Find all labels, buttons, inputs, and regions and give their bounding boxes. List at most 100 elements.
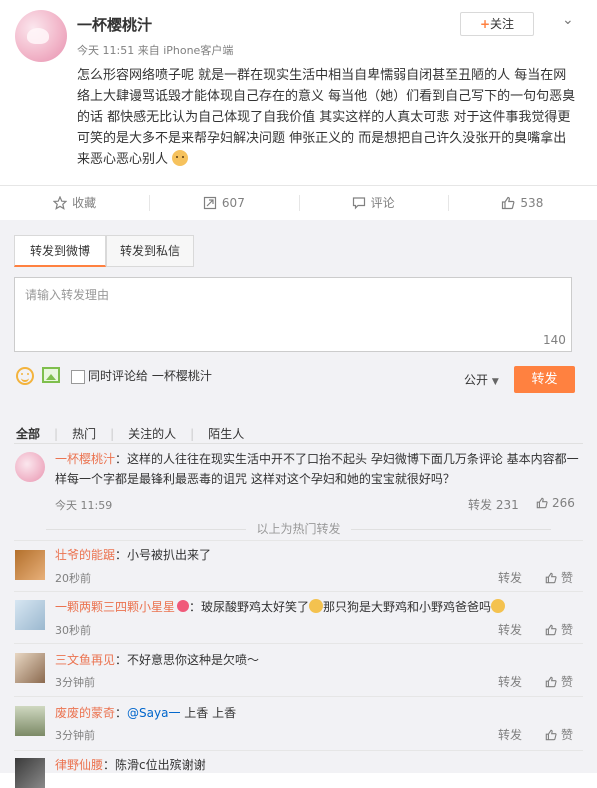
commenter-name[interactable]: 一颗两颗三四颗小星星 xyxy=(55,600,175,614)
repost-action[interactable]: 607 xyxy=(149,186,298,220)
commenter-avatar[interactable] xyxy=(15,706,45,736)
visibility-value: 公开 xyxy=(464,373,489,387)
repost-text: ：不好意思你这种是欠喷～ xyxy=(115,653,260,667)
favorite-label: 收藏 xyxy=(72,196,97,210)
hot-divider-label: 以上为热门转发 xyxy=(256,522,341,536)
thumb-up-icon xyxy=(502,196,515,210)
repost-action-link[interactable]: 转发 xyxy=(498,569,522,586)
comment-action[interactable]: 评论 xyxy=(298,186,448,220)
repost-text: 上香 上香 xyxy=(180,706,237,720)
repost-item: 废废的蒙奇：@Saya一 上香 上香 xyxy=(55,703,580,723)
commenter-name[interactable]: 壮爷的能踞 xyxy=(55,548,115,562)
repost-action-link[interactable]: 转发 231 xyxy=(468,496,519,513)
repost-reason-input[interactable]: 请输入转发理由 xyxy=(14,277,572,352)
follow-button[interactable]: +关注 xyxy=(460,12,534,36)
like-count: 266 xyxy=(552,496,575,510)
repost-item: 一颗两颗三四颗小星星 ：玻尿酸野鸡太好笑了 那只狗是大野鸡和小野鸡爸爸吗 xyxy=(55,597,580,617)
commenter-name[interactable]: 废废的蒙奇 xyxy=(55,706,115,720)
filter-divider: | xyxy=(190,427,195,441)
commenter-name[interactable]: 三文鱼再见 xyxy=(55,653,115,667)
filter-hot[interactable]: 热门 xyxy=(72,427,96,441)
author-avatar[interactable] xyxy=(15,10,67,62)
commenter-avatar[interactable] xyxy=(15,600,45,630)
row-separator xyxy=(14,540,583,541)
row-separator xyxy=(14,591,583,592)
post-action-bar: 收藏 607 评论 538 xyxy=(0,185,597,220)
mention-link[interactable]: @Saya一 xyxy=(127,706,180,720)
tab-repost-private[interactable]: 转发到私信 xyxy=(106,235,194,267)
comment-label: 评论 xyxy=(370,196,395,210)
thumb-up-icon xyxy=(545,624,557,636)
filter-following[interactable]: 关注的人 xyxy=(128,427,176,441)
like-label: 赞 xyxy=(561,728,574,742)
emoji-picker-icon[interactable] xyxy=(16,367,34,385)
like-count: 538 xyxy=(520,196,544,210)
filter-separator xyxy=(14,443,583,444)
chevron-down-icon[interactable]: ⌄ xyxy=(562,12,574,28)
like-action-link[interactable]: 赞 xyxy=(545,726,573,743)
like-action-link[interactable]: 赞 xyxy=(545,673,573,690)
repost-time: 30秒前 xyxy=(55,624,91,637)
like-action-link[interactable]: 赞 xyxy=(545,621,573,638)
commenter-name[interactable]: 律野仙腰 xyxy=(55,758,103,772)
row-separator xyxy=(14,750,583,751)
repost-action-link[interactable]: 转发 xyxy=(498,726,522,743)
repost-item: 壮爷的能踞：小号被扒出来了 xyxy=(55,545,580,565)
like-action-link[interactable]: 赞 xyxy=(545,569,573,586)
repost-text: ：这样的人往往在现实生活中开不了口抬不起头 孕妇微博下面几万条评论 基本内容都一… xyxy=(55,452,579,486)
repost-item: 律野仙腰：陈滑c位出殡谢谢 xyxy=(55,755,580,775)
commenter-avatar[interactable] xyxy=(15,758,45,788)
char-count: 140 xyxy=(543,333,566,347)
image-upload-icon[interactable] xyxy=(42,367,60,383)
repost-text: ：陈滑c位出殡谢谢 xyxy=(103,758,206,772)
plus-icon: + xyxy=(479,17,491,31)
repost-text: ：玻尿酸野鸡太好笑了 xyxy=(189,600,310,614)
cat-emoji-icon xyxy=(172,150,189,166)
thumb-up-icon xyxy=(545,676,557,688)
like-action[interactable]: 538 xyxy=(447,186,597,220)
laugh-emoji-icon xyxy=(491,599,506,613)
also-comment-checkbox[interactable] xyxy=(71,370,85,384)
laugh-emoji-icon xyxy=(309,599,324,613)
commenter-name[interactable]: 一杯樱桃汁 xyxy=(55,452,115,466)
also-comment-label: 同时评论给 一杯樱桃汁 xyxy=(88,369,212,383)
repost-item: 三文鱼再见：不好意思你这种是欠喷～ xyxy=(55,650,580,670)
filter-divider: | xyxy=(110,427,115,441)
repost-action-link[interactable]: 转发 xyxy=(498,621,522,638)
repost-submit-button[interactable]: 转发 xyxy=(514,366,575,393)
tab-repost-weibo[interactable]: 转发到微博 xyxy=(14,235,106,267)
repost-time: 20秒前 xyxy=(55,572,91,585)
repost-text-continued: 那只狗是大野鸡和小野鸡爸爸吗 xyxy=(323,600,492,614)
thumb-up-icon xyxy=(545,572,557,584)
commenter-avatar[interactable] xyxy=(15,653,45,683)
member-badge-icon xyxy=(177,600,190,612)
hot-divider: 以上为热门转发 xyxy=(14,520,583,537)
thumb-up-icon xyxy=(545,729,557,741)
filter-all[interactable]: 全部 xyxy=(16,427,40,441)
filter-strangers[interactable]: 陌生人 xyxy=(208,427,244,441)
like-action-link[interactable]: 266 xyxy=(536,496,575,510)
visibility-select[interactable]: 公开 ▼ xyxy=(464,371,499,388)
repost-action-link[interactable]: 转发 xyxy=(498,673,522,690)
repost-count: 607 xyxy=(221,196,245,210)
colon: ： xyxy=(115,706,128,720)
repost-item: 一杯樱桃汁：这样的人往往在现实生活中开不了口抬不起头 孕妇微博下面几万条评论 基… xyxy=(55,449,580,489)
like-label: 赞 xyxy=(561,571,574,585)
post-text: 怎么形容网络喷子呢 就是一群在现实生活中相当自卑懦弱自闭甚至丑陋的人 每当在网络… xyxy=(77,65,579,170)
author-name[interactable]: 一杯樱桃汁 xyxy=(77,14,152,35)
row-separator xyxy=(14,696,583,697)
commenter-avatar[interactable] xyxy=(15,550,45,580)
filter-divider: | xyxy=(54,427,59,441)
like-label: 赞 xyxy=(561,675,574,689)
row-separator xyxy=(14,643,583,644)
post-meta: 今天 11:51 来自 iPhone客户端 xyxy=(77,44,234,57)
commenter-avatar[interactable] xyxy=(15,452,45,482)
repost-icon xyxy=(203,196,217,210)
star-icon xyxy=(52,195,68,210)
favorite-action[interactable]: 收藏 xyxy=(0,186,149,220)
follow-label: 关注 xyxy=(490,17,515,31)
caret-down-icon: ▼ xyxy=(491,377,499,387)
repost-filter-bar: 全部 | 热门 | 关注的人 | 陌生人 xyxy=(16,425,258,442)
repost-time: 今天 11:59 xyxy=(55,499,113,512)
repost-time: 3分钟前 xyxy=(55,729,95,742)
